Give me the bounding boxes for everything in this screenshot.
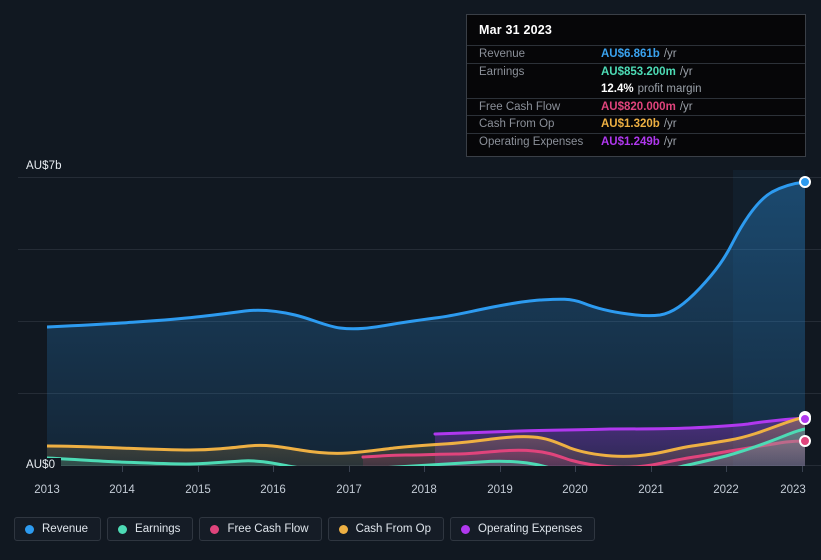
tooltip-row-cash-from-op: Cash From Op AU$1.320b /yr: [467, 115, 805, 133]
tooltip-label-cash-from-op: Cash From Op: [479, 118, 555, 131]
tooltip-date: Mar 31 2023: [479, 23, 553, 37]
chart-legend: Revenue Earnings Free Cash Flow Cash Fro…: [14, 517, 596, 541]
tooltip-value-profit-margin: 12.4%: [601, 82, 634, 95]
tooltip-row-profit-margin: 12.4% profit margin: [467, 80, 805, 98]
tooltip-unit-profit-margin: profit margin: [637, 82, 702, 95]
earnings-color-dot-icon: [118, 524, 128, 534]
legend-label-operating-expenses: Operating Expenses: [478, 523, 583, 535]
legend-label-revenue: Revenue: [42, 523, 89, 535]
endpoint-marker-revenue: [799, 176, 811, 188]
y-axis-label-top: AU$7b: [0, 159, 68, 173]
tooltip-unit-cash-from-op: /yr: [663, 118, 677, 131]
y-axis-label-bottom: AU$0: [0, 458, 62, 472]
x-axis-tick-2023: 2023: [780, 484, 806, 496]
legend-item-earnings[interactable]: Earnings: [107, 517, 194, 541]
tooltip-row-operating-expenses: Operating Expenses AU$1.249b /yr: [467, 132, 805, 151]
legend-label-free-cash-flow: Free Cash Flow: [227, 523, 309, 535]
tooltip-unit-free-cash-flow: /yr: [679, 100, 693, 113]
tooltip-row-revenue: Revenue AU$6.861b /yr: [467, 45, 805, 63]
legend-item-operating-expenses[interactable]: Operating Expenses: [450, 517, 596, 541]
endpoint-marker-operating-expenses: [799, 413, 811, 425]
x-axis-tick-2015: 2015: [185, 484, 211, 496]
x-axis-tick-2013: 2013: [34, 484, 60, 496]
free-cash-flow-color-dot-icon: [210, 524, 220, 534]
x-axis-tick-2022: 2022: [713, 484, 739, 496]
x-axis-tick-2016: 2016: [260, 484, 286, 496]
financial-chart-page: AU$7b AU$0 2013 2014 2015 2016 2017 2018…: [0, 0, 821, 560]
legend-item-free-cash-flow[interactable]: Free Cash Flow: [199, 517, 322, 541]
chart-tooltip: Mar 31 2023 Revenue AU$6.861b /yr Earnin…: [466, 14, 806, 157]
tooltip-value-revenue: AU$6.861b: [601, 48, 660, 61]
tooltip-label-earnings: Earnings: [479, 65, 525, 78]
series-area-revenue: [47, 182, 805, 466]
tooltip-value-free-cash-flow: AU$820.000m: [601, 100, 676, 113]
tooltip-row-free-cash-flow: Free Cash Flow AU$820.000m /yr: [467, 97, 805, 116]
tooltip-row-earnings: Earnings AU$853.200m /yr: [467, 62, 805, 81]
x-axis-tick-2014: 2014: [109, 484, 135, 496]
legend-label-earnings: Earnings: [135, 523, 181, 535]
tooltip-unit-revenue: /yr: [663, 48, 677, 61]
tooltip-unit-earnings: /yr: [679, 65, 693, 78]
x-axis-tick-2019: 2019: [487, 484, 513, 496]
tooltip-unit-operating-expenses: /yr: [663, 135, 677, 148]
x-axis-ticks: [47, 466, 803, 472]
legend-item-revenue[interactable]: Revenue: [14, 517, 102, 541]
cash-from-op-color-dot-icon: [338, 524, 348, 534]
x-axis-tick-2020: 2020: [562, 484, 588, 496]
x-axis-labels: 2013 2014 2015 2016 2017 2018 2019 2020 …: [0, 484, 821, 502]
x-axis-tick-2017: 2017: [336, 484, 362, 496]
x-axis-tick-2018: 2018: [411, 484, 437, 496]
legend-label-cash-from-op: Cash From Op: [355, 523, 432, 535]
tooltip-value-earnings: AU$853.200m: [601, 65, 676, 78]
tooltip-label-operating-expenses: Operating Expenses: [479, 135, 584, 148]
revenue-color-dot-icon: [25, 524, 34, 534]
tooltip-value-cash-from-op: AU$1.320b: [601, 118, 660, 131]
tooltip-value-operating-expenses: AU$1.249b: [601, 135, 660, 148]
tooltip-label-revenue: Revenue: [479, 48, 526, 61]
endpoint-marker-free-cash-flow: [799, 435, 811, 447]
operating-expenses-color-dot-icon: [461, 524, 471, 534]
x-axis-tick-2021: 2021: [638, 484, 664, 496]
tooltip-label-free-cash-flow: Free Cash Flow: [479, 100, 561, 113]
legend-item-cash-from-op[interactable]: Cash From Op: [327, 517, 445, 541]
